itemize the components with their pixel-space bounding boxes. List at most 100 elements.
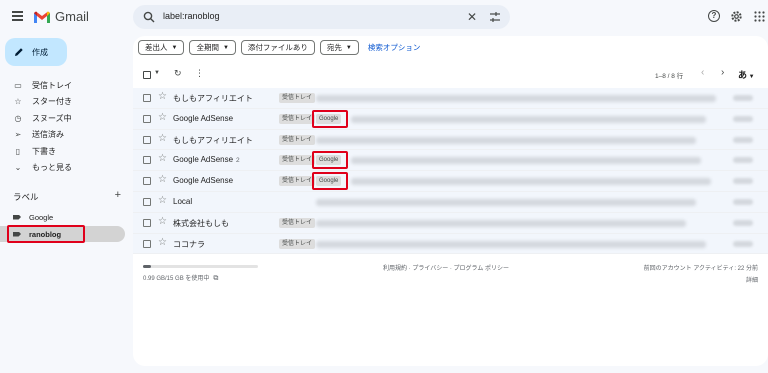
more-vert-icon[interactable]: ⋮ <box>195 68 204 79</box>
star-toggle-icon[interactable]: ☆ <box>158 133 167 144</box>
inbox-label-chip[interactable]: 受信トレイ <box>279 217 316 228</box>
sidebar-item-snoozed[interactable]: ◷ スヌーズ中 <box>0 110 130 127</box>
email-checkbox[interactable] <box>143 156 151 165</box>
inbox-label-chip[interactable]: 受信トレイ <box>279 176 316 187</box>
email-row[interactable]: ☆ Local <box>133 191 768 213</box>
sidebar-item-label: 送信済み <box>32 130 64 140</box>
select-dropdown-icon[interactable]: ▼ <box>154 70 160 76</box>
email-row[interactable]: ☆ もしもアフィリエイト 受信トレイ <box>133 129 768 151</box>
label-tag-icon <box>13 214 21 220</box>
email-row[interactable]: ☆ ココナラ 受信トレイ <box>133 233 768 255</box>
top-bar: Gmail label:ranoblog ✕ ? <box>0 0 768 34</box>
email-checkbox[interactable] <box>143 239 151 248</box>
filter-chips: 差出人 ▼ 全期間 ▼ 添付ファイルあり 宛先 ▼ 検索オプション <box>138 40 420 55</box>
storage-text: 0.99 GB/15 GB を使用中 ⧉ <box>143 273 218 283</box>
filter-chip-date[interactable]: 全期間 ▼ <box>189 40 236 55</box>
pencil-icon <box>15 48 23 56</box>
dropdown-caret-icon: ▼ <box>345 44 352 51</box>
input-tools-label: あ <box>738 70 748 80</box>
create-label-plus-icon[interactable]: + <box>115 190 121 203</box>
highlight-box-google <box>312 151 348 170</box>
list-toolbar: ▼ ↻ ⋮ 1–8 / 8 行 ‹ › あ ▼ <box>143 67 758 82</box>
email-checkbox[interactable] <box>143 94 151 102</box>
email-sender: もしもアフィリエイト <box>173 93 253 104</box>
search-bar[interactable]: label:ranoblog ✕ <box>133 5 510 29</box>
star-toggle-icon[interactable]: ☆ <box>158 195 167 206</box>
compose-button[interactable]: 作成 <box>5 38 67 66</box>
search-options-icon[interactable] <box>489 11 501 23</box>
sidebar-item-more[interactable]: ⌄ もっと見る <box>0 160 130 177</box>
prev-page-icon[interactable]: ‹ <box>701 67 704 78</box>
email-date-blurred <box>733 136 753 143</box>
email-row[interactable]: ☆ Google AdSense 受信トレイ Google <box>133 171 768 192</box>
labels-header: ラベル + <box>13 190 121 203</box>
gmail-logo[interactable]: Gmail <box>33 9 89 24</box>
clear-search-icon[interactable]: ✕ <box>467 10 477 24</box>
sidebar-item-sent[interactable]: ➢ 送信済み <box>0 127 130 144</box>
inbox-label-chip[interactable]: 受信トレイ <box>279 113 316 124</box>
input-tools-button[interactable]: あ ▼ <box>738 68 755 81</box>
email-row[interactable]: ☆ 株式会社もしも 受信トレイ <box>133 212 768 234</box>
highlight-box-google <box>312 172 348 191</box>
chevron-down-icon: ⌄ <box>14 163 22 173</box>
filter-chip-from[interactable]: 差出人 ▼ <box>138 40 185 55</box>
email-checkbox[interactable] <box>143 135 151 144</box>
filter-chip-attachment[interactable]: 添付ファイルあり <box>240 40 315 55</box>
email-checkbox[interactable] <box>143 197 151 206</box>
email-row[interactable]: ☆ Google AdSense 受信トレイ Google <box>133 108 768 130</box>
advanced-search-link[interactable]: 検索オプション <box>368 42 421 53</box>
select-all-checkbox[interactable] <box>143 71 151 79</box>
email-snippet-blurred <box>316 219 686 227</box>
star-toggle-icon[interactable]: ☆ <box>158 153 167 164</box>
main-menu-icon[interactable] <box>12 11 23 21</box>
star-toggle-icon[interactable]: ☆ <box>158 174 167 185</box>
sender-name: Google AdSense <box>173 176 234 186</box>
star-toggle-icon[interactable]: ☆ <box>158 237 167 248</box>
open-storage-icon[interactable]: ⧉ <box>213 275 218 282</box>
footer-terms[interactable]: 利用規約 · プライバシー · プログラム ポリシー <box>383 263 509 272</box>
sidebar-item-label: もっと見る <box>32 163 72 173</box>
dropdown-caret-icon: ▼ <box>222 44 229 51</box>
star-toggle-icon[interactable]: ☆ <box>158 216 167 227</box>
email-row[interactable]: ☆ もしもアフィリエイト 受信トレイ <box>133 88 768 109</box>
search-input[interactable]: label:ranoblog <box>163 11 220 21</box>
next-page-icon[interactable]: › <box>721 67 724 78</box>
settings-gear-icon[interactable] <box>730 10 743 23</box>
email-snippet-blurred <box>351 115 706 123</box>
refresh-icon[interactable]: ↻ <box>174 68 182 79</box>
chip-label: 宛先 <box>326 43 342 52</box>
send-icon: ➢ <box>14 130 22 140</box>
storage-label: 0.99 GB/15 GB を使用中 <box>143 276 210 282</box>
star-toggle-icon[interactable]: ☆ <box>158 112 167 123</box>
storage-bar <box>143 265 258 268</box>
sidebar-item-starred[interactable]: ☆ スター付き <box>0 94 130 111</box>
email-checkbox[interactable] <box>143 114 151 123</box>
email-list: ☆ もしもアフィリエイト 受信トレイ ☆ Google AdSense 受信トレイ Goog… <box>133 88 768 255</box>
star-toggle-icon[interactable]: ☆ <box>158 91 167 102</box>
sidebar-item-label: スター付き <box>32 97 72 107</box>
email-checkbox[interactable] <box>143 218 151 227</box>
sender-name: Local <box>173 196 193 206</box>
thread-count: 2 <box>236 157 240 165</box>
filter-chip-to[interactable]: 宛先 ▼ <box>319 40 359 55</box>
search-icon[interactable] <box>143 11 155 23</box>
email-snippet-blurred <box>316 198 696 206</box>
details-link[interactable]: 詳細 <box>644 275 758 284</box>
email-row[interactable]: ☆ Google AdSense 2 受信トレイ Google <box>133 150 768 172</box>
gmail-m-icon <box>34 11 50 23</box>
sidebar-label-google[interactable]: Google <box>0 209 125 225</box>
sidebar-item-drafts[interactable]: ▯ 下書き <box>0 143 130 160</box>
sidebar-nav: ▭ 受信トレイ ☆ スター付き ◷ スヌーズ中 ➢ 送信済み ▯ 下書き ⌄ も… <box>0 77 130 176</box>
sender-name: もしもアフィリエイト <box>173 135 253 145</box>
sidebar-item-inbox[interactable]: ▭ 受信トレイ <box>0 77 130 94</box>
inbox-label-chip[interactable]: 受信トレイ <box>279 93 316 103</box>
highlight-box-ranoblog <box>7 225 85 243</box>
help-icon[interactable]: ? <box>708 10 720 22</box>
draft-icon: ▯ <box>15 146 21 156</box>
inbox-label-chip[interactable]: 受信トレイ <box>279 155 316 166</box>
inbox-label-chip[interactable]: 受信トレイ <box>279 238 316 249</box>
sidebar-item-label: 下書き <box>32 146 56 156</box>
apps-grid-icon[interactable] <box>754 11 765 22</box>
email-checkbox[interactable] <box>143 177 151 186</box>
inbox-label-chip[interactable]: 受信トレイ <box>279 134 316 145</box>
